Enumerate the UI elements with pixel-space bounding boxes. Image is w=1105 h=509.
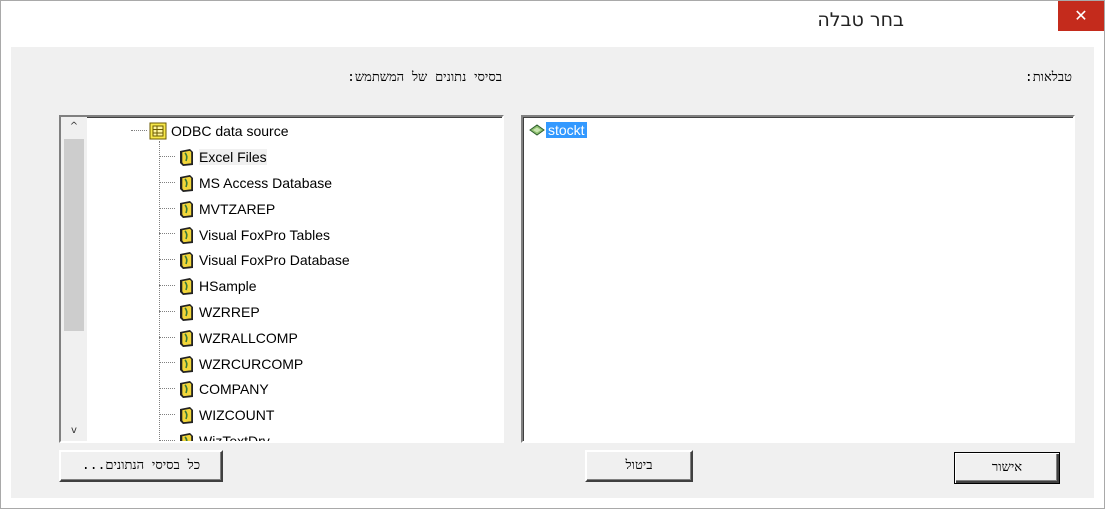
tree-item-label: Excel Files [199,149,267,166]
tables-list[interactable]: stockt [521,115,1075,443]
cancel-button[interactable]: ביטול [585,450,693,482]
tree-connector [131,130,147,131]
tree-connector [159,259,175,261]
tree-connector [159,207,175,209]
tree-item-label: Visual FoxPro Database [199,252,350,269]
all-databases-button[interactable]: כל בסיסי הנתונים... [59,450,223,482]
tree-item[interactable]: MS Access Database [177,171,332,193]
tree-item-label: WZRALLCOMP [199,329,298,346]
dialog-window: בחר טבלה ✕ טבלאות: בסיסי נתונים של המשתמ… [0,0,1105,509]
tree-item[interactable]: Visual FoxPro Tables [177,222,330,244]
database-icon [180,355,193,373]
tree-connector [159,414,175,415]
scroll-down-arrow-icon[interactable]: v [61,421,87,441]
scroll-thumb[interactable] [64,139,84,331]
tree-connector [159,156,175,157]
list-item[interactable]: stockt [529,119,587,139]
tree-item[interactable]: WizTextDrv [177,429,270,443]
tree-item[interactable]: HSample [177,274,257,296]
databases-tree[interactable]: ^ v ODBC data source Excel Files MS Acces… [59,115,504,443]
title-bar: בחר טבלה ✕ [1,1,1104,47]
tree-connector [159,181,175,183]
scroll-up-arrow-icon[interactable]: ^ [61,117,87,137]
tree-item-label: COMPANY [199,381,269,398]
tree-item[interactable]: WIZCOUNT [177,403,274,425]
tree-connector [159,439,175,441]
tree-connector [159,233,175,235]
close-button[interactable]: ✕ [1058,1,1104,31]
database-icon [180,226,193,244]
database-icon [180,407,193,425]
database-icon [180,200,193,218]
table-name: stockt [546,122,587,139]
tree-root-label: ODBC data source [171,123,289,140]
tree-connector [159,336,175,338]
tree-item[interactable]: WZRREP [177,300,260,322]
tree-item[interactable]: WZRCURCOMP [177,351,303,373]
tree-item[interactable]: Excel Files [177,145,267,167]
database-icon [180,252,193,270]
database-icon [180,381,193,399]
tree-item-label: HSample [199,278,257,295]
tree-item-label: Visual FoxPro Tables [199,226,330,243]
tree-content: ODBC data source Excel Files MS Access Da… [87,117,502,441]
ok-button[interactable]: אישור [954,452,1060,484]
database-icon [180,278,193,296]
tree-item[interactable]: COMPANY [177,377,269,399]
database-icon [180,329,193,347]
odbc-datasource-icon [149,122,167,140]
close-icon: ✕ [1074,6,1088,25]
database-icon [180,175,193,193]
tree-item-label: WIZCOUNT [199,407,275,424]
tree-scrollbar[interactable]: ^ v [61,117,87,441]
database-icon [180,304,193,322]
tree-connector [159,285,175,286]
tree-connector [159,310,175,312]
database-icon [180,433,193,441]
user-databases-label: בסיסי נתונים של המשתמש: [347,70,502,85]
window-title: בחר טבלה [817,9,904,31]
tree-item-label: MS Access Database [199,175,333,192]
tree-item-label: WZRREP [199,304,260,321]
tree-connector [159,362,175,364]
database-icon [180,149,193,167]
tree-root-odbc[interactable]: ODBC data source [149,119,289,141]
tree-connector [159,388,175,390]
tree-item-label: MVTZAREP [199,200,276,217]
dialog-client: טבלאות: בסיסי נתונים של המשתמש: ^ v ODBC… [11,47,1094,498]
tree-item-label: WizTextDrv [199,433,270,443]
table-icon [529,124,545,136]
tree-item-label: WZRCURCOMP [199,355,304,372]
tables-label: טבלאות: [1024,70,1072,85]
tree-item[interactable]: WZRALLCOMP [177,326,298,348]
tree-item[interactable]: MVTZAREP [177,197,275,219]
tree-item[interactable]: Visual FoxPro Database [177,248,350,270]
tree-connector [159,141,160,441]
